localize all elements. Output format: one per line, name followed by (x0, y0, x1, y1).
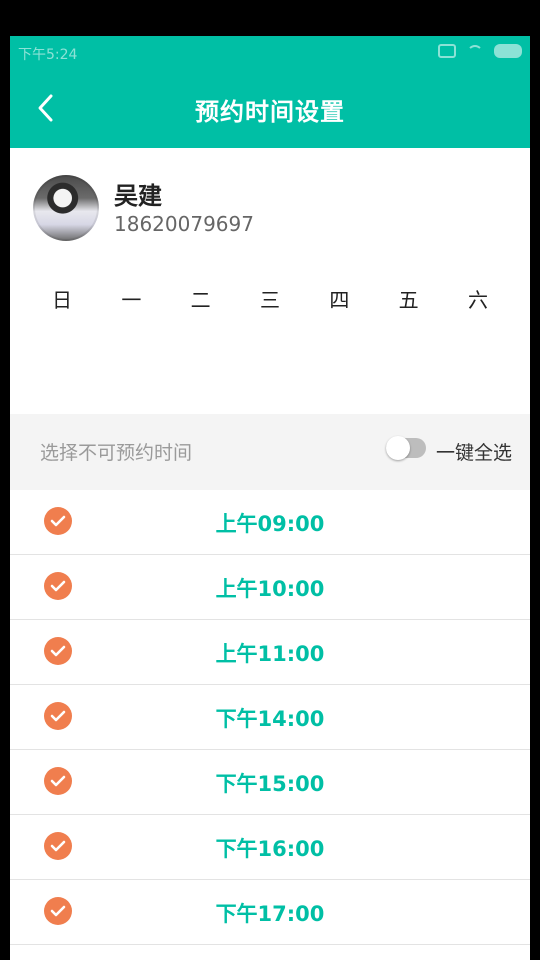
select-all-toggle[interactable] (386, 436, 426, 460)
page-title: 预约时间设置 (195, 98, 345, 126)
status-time: 下午5:24 (18, 47, 78, 63)
time-slot-label: 下午17:00 (215, 902, 325, 926)
weekday-sat[interactable]: 六 (465, 284, 491, 313)
select-bar: 选择不可预约时间 一键全选 (10, 414, 530, 490)
time-slot[interactable]: 下午15:00 (10, 750, 530, 815)
time-slot-label: 下午14:00 (215, 707, 325, 731)
time-slot[interactable]: 下午17:00 (10, 880, 530, 945)
toggle-knob (386, 436, 410, 460)
time-slot-label: 上午10:00 (215, 577, 325, 601)
time-slot-label: 下午15:00 (215, 772, 325, 796)
weekday-sun[interactable]: 日 (49, 284, 75, 313)
weekday-row: 日 一 二 三 四 五 六 (10, 284, 530, 313)
sim-icon (438, 44, 456, 58)
time-slot[interactable]: 上午11:00 (10, 620, 530, 685)
time-slot[interactable]: 上午09:00 (10, 490, 530, 555)
title-bar: 预约时间设置 (10, 70, 530, 148)
weekday-wed[interactable]: 三 (257, 284, 283, 313)
time-slot-label: 下午16:00 (215, 837, 325, 861)
time-slot[interactable]: 上午10:00 (10, 555, 530, 620)
weekday-selector: 日 一 二 三 四 五 六 (10, 266, 530, 414)
weekday-fri[interactable]: 五 (396, 284, 422, 313)
time-slot-list: 上午09:00 上午10:00 上午11:00 下午14:00 下午15:00 (10, 490, 530, 945)
weekday-tue[interactable]: 二 (188, 284, 214, 313)
user-phone: 18620079697 (114, 212, 254, 236)
select-all-label[interactable]: 一键全选 (436, 438, 512, 465)
select-hint: 选择不可预约时间 (40, 442, 193, 464)
avatar (33, 175, 99, 241)
app-screen: 下午5:24 预约时间设置 吴建 18620079697 日 一 二 三 四 五… (10, 36, 530, 960)
time-slot[interactable]: 下午16:00 (10, 815, 530, 880)
user-name: 吴建 (114, 182, 162, 210)
user-profile: 吴建 18620079697 (10, 148, 530, 267)
battery-icon (494, 44, 522, 58)
time-slot-label: 上午09:00 (215, 512, 325, 536)
weekday-mon[interactable]: 一 (118, 284, 144, 313)
time-slot-label: 上午11:00 (215, 642, 325, 666)
status-bar: 下午5:24 (10, 36, 530, 70)
status-icons (438, 44, 522, 58)
time-slot[interactable]: 下午14:00 (10, 685, 530, 750)
weekday-thu[interactable]: 四 (326, 284, 352, 313)
wifi-icon (466, 44, 484, 58)
